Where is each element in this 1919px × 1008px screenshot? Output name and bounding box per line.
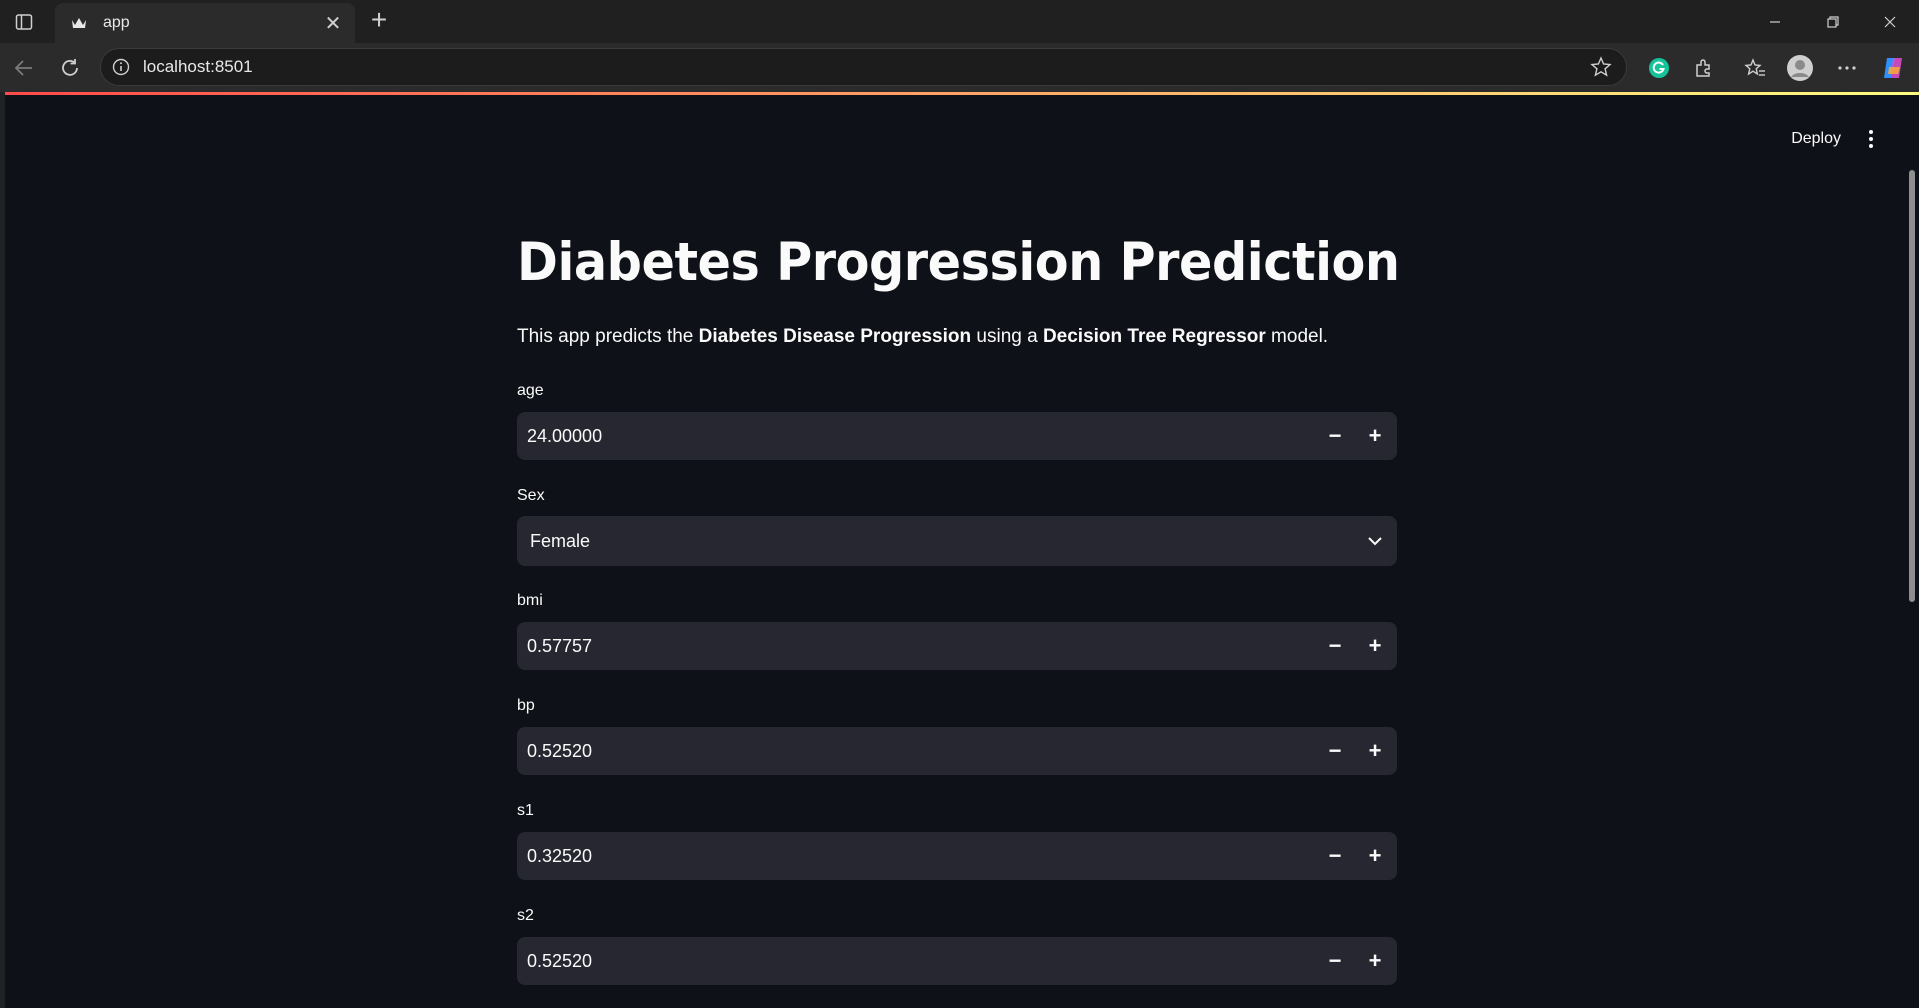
age-increment-button[interactable]: + bbox=[1355, 412, 1395, 460]
s2-label: s2 bbox=[517, 907, 534, 924]
bp-label: bp bbox=[517, 697, 535, 714]
sidebar-toggle-icon[interactable] bbox=[12, 10, 36, 34]
favorites-icon[interactable] bbox=[1740, 53, 1770, 83]
browser-tab[interactable]: app ✕ bbox=[55, 3, 355, 43]
close-tab-icon[interactable]: ✕ bbox=[321, 11, 345, 35]
url-text: localhost:8501 bbox=[143, 57, 253, 76]
s2-number-input: 0.52520 − + bbox=[517, 937, 1397, 985]
deploy-button[interactable]: Deploy bbox=[1785, 126, 1847, 152]
description-bold-target: Diabetes Disease Progression bbox=[698, 326, 972, 347]
extensions-icon[interactable] bbox=[1689, 53, 1719, 83]
browser-tab-strip: app ✕ + bbox=[0, 0, 1919, 43]
copilot-icon[interactable] bbox=[1878, 53, 1908, 83]
page-title: Diabetes Progression Prediction bbox=[517, 232, 1400, 293]
age-number-input: 24.00000 − + bbox=[517, 412, 1397, 460]
s2-increment-button[interactable]: + bbox=[1355, 937, 1395, 985]
browser-toolbar: localhost:8501 bbox=[0, 43, 1919, 92]
bmi-increment-button[interactable]: + bbox=[1355, 622, 1395, 670]
age-decrement-button[interactable]: − bbox=[1315, 412, 1355, 460]
bp-decrement-button[interactable]: − bbox=[1315, 727, 1355, 775]
app-description: This app predicts the Diabetes Disease P… bbox=[517, 326, 1328, 348]
s1-label: s1 bbox=[517, 802, 534, 819]
new-tab-icon[interactable]: + bbox=[364, 6, 394, 36]
tab-title: app bbox=[103, 14, 130, 31]
header-decoration-bar bbox=[5, 92, 1919, 95]
address-bar[interactable]: localhost:8501 bbox=[100, 48, 1627, 86]
s2-input-value[interactable]: 0.52520 bbox=[527, 951, 1315, 972]
favorite-star-icon[interactable] bbox=[1588, 54, 1614, 80]
description-text: This app predicts the bbox=[517, 326, 699, 347]
sex-select[interactable]: Female bbox=[517, 516, 1397, 566]
back-icon[interactable] bbox=[10, 54, 38, 82]
main-menu-icon[interactable] bbox=[1859, 125, 1883, 153]
bmi-number-input: 0.57757 − + bbox=[517, 622, 1397, 670]
bp-increment-button[interactable]: + bbox=[1355, 727, 1395, 775]
bmi-input-value[interactable]: 0.57757 bbox=[527, 636, 1315, 657]
bmi-label: bmi bbox=[517, 592, 543, 609]
age-input-value[interactable]: 24.00000 bbox=[527, 426, 1315, 447]
streamlit-crown-icon bbox=[69, 13, 89, 33]
more-options-icon[interactable] bbox=[1832, 53, 1862, 83]
s1-decrement-button[interactable]: − bbox=[1315, 832, 1355, 880]
minimize-icon[interactable] bbox=[1746, 0, 1804, 43]
description-text: using a bbox=[971, 326, 1043, 347]
grammarly-icon[interactable] bbox=[1644, 53, 1674, 83]
sex-label: Sex bbox=[517, 487, 545, 504]
app-viewport: Deploy Diabetes Progression Prediction T… bbox=[5, 92, 1919, 1008]
bp-number-input: 0.52520 − + bbox=[517, 727, 1397, 775]
chevron-down-icon[interactable] bbox=[1355, 516, 1395, 566]
description-text: model. bbox=[1265, 326, 1329, 347]
reload-icon[interactable] bbox=[56, 54, 84, 82]
s1-number-input: 0.32520 − + bbox=[517, 832, 1397, 880]
page-scrollbar[interactable] bbox=[1909, 170, 1915, 602]
restore-icon[interactable] bbox=[1804, 0, 1862, 43]
description-bold-model: Decision Tree Regressor bbox=[1042, 326, 1266, 347]
age-label: age bbox=[517, 382, 544, 399]
bmi-decrement-button[interactable]: − bbox=[1315, 622, 1355, 670]
s1-input-value[interactable]: 0.32520 bbox=[527, 846, 1315, 867]
sex-selected-value: Female bbox=[530, 530, 591, 551]
profile-avatar-icon[interactable] bbox=[1785, 53, 1815, 83]
close-window-icon[interactable] bbox=[1861, 0, 1919, 43]
site-info-icon[interactable] bbox=[111, 57, 131, 77]
s2-decrement-button[interactable]: − bbox=[1315, 937, 1355, 985]
bp-input-value[interactable]: 0.52520 bbox=[527, 741, 1315, 762]
s1-increment-button[interactable]: + bbox=[1355, 832, 1395, 880]
